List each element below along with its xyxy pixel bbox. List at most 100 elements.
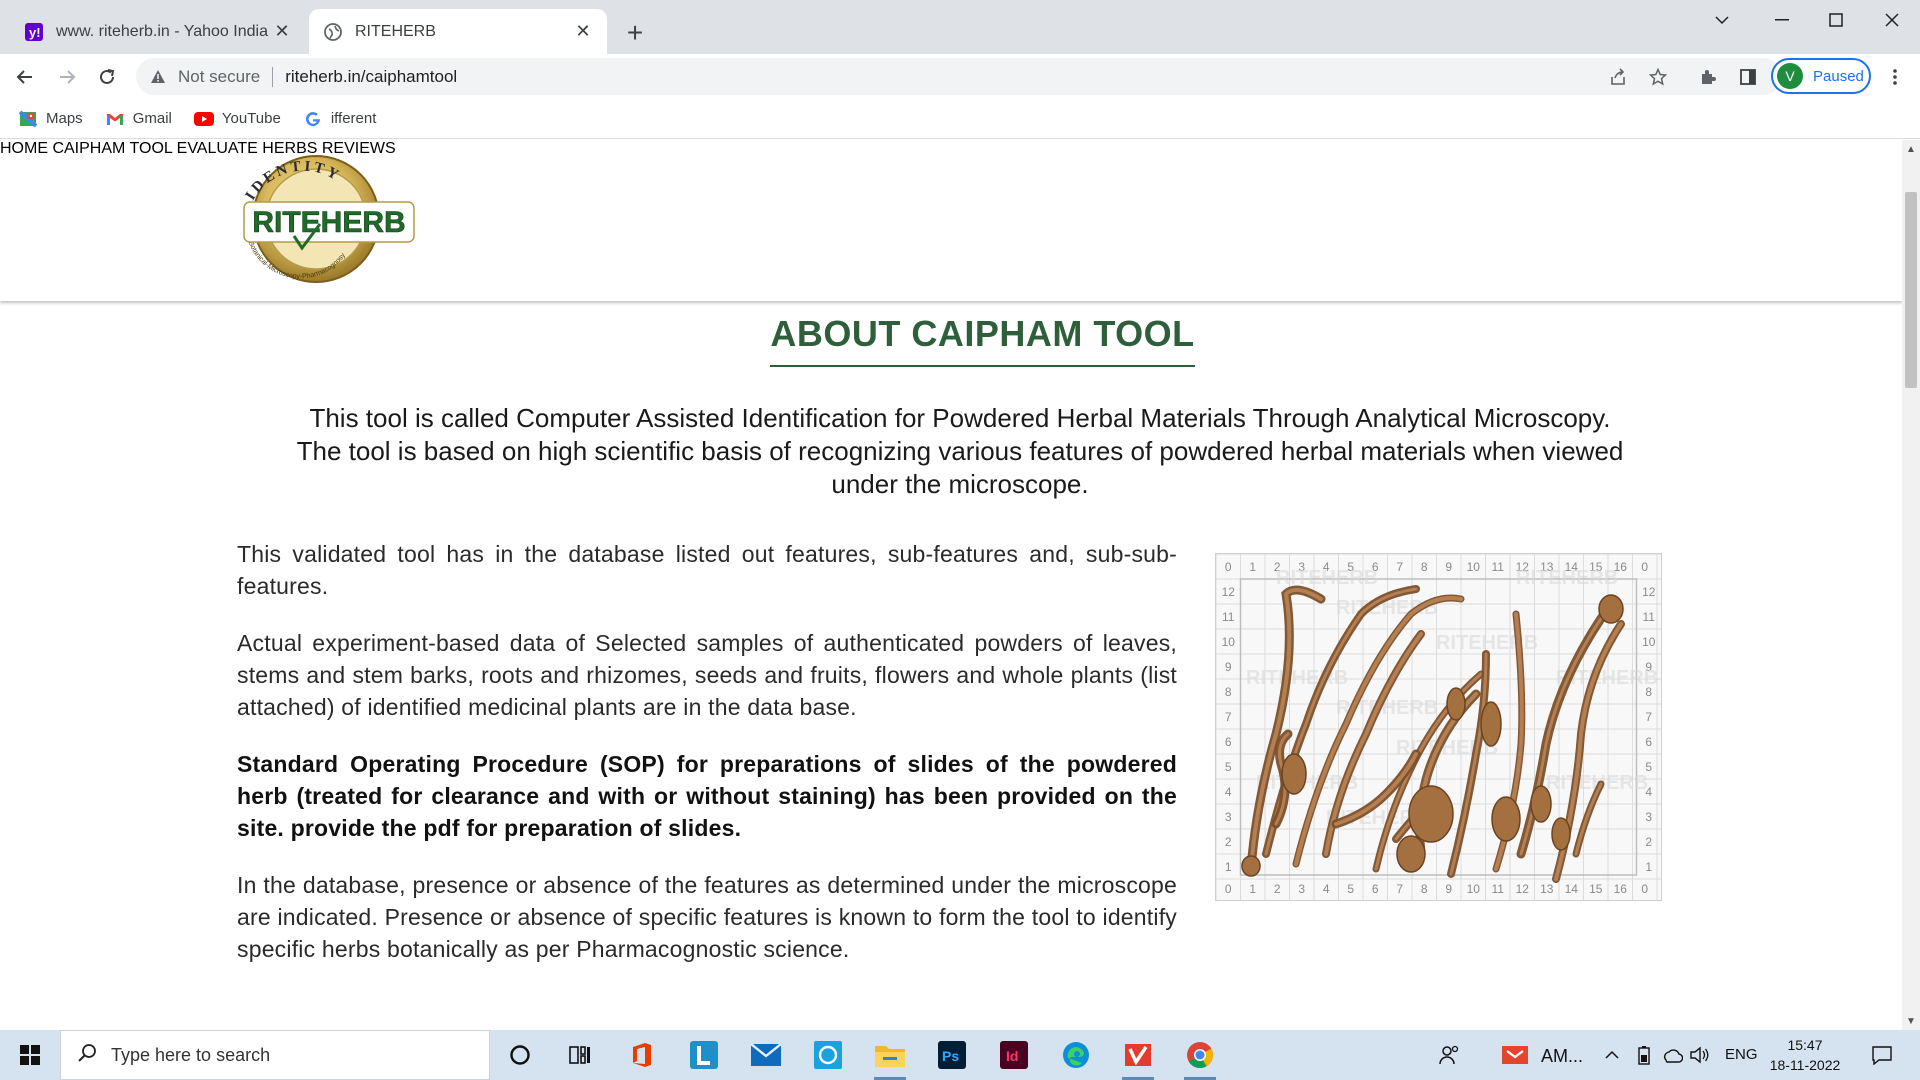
paragraph-database: In the database, presence or absence of … [237,872,1177,962]
svg-text:Id: Id [1006,1048,1018,1064]
photoshop-icon[interactable]: Ps [932,1035,972,1075]
grid-tick-label: 12 [1222,585,1236,599]
bookmark-ifferent[interactable]: ifferent [303,109,376,129]
close-icon[interactable]: ✕ [270,20,294,44]
close-icon[interactable]: ✕ [571,20,595,44]
address-bar[interactable]: Not secure riteherb.in/caiphamtool [136,58,1782,95]
office-icon[interactable] [622,1035,662,1075]
bookmark-label: Maps [46,110,83,127]
nav-home[interactable]: HOME [0,140,48,157]
minimize-icon[interactable] [1752,0,1812,40]
alexa-icon[interactable] [808,1035,848,1075]
tray-app-icon[interactable] [1495,1035,1535,1075]
new-tab-button[interactable]: + [620,17,650,48]
close-window-icon[interactable] [1862,0,1920,40]
url-text[interactable]: riteherb.in/caiphamtool [285,67,457,87]
grid-tick-label: 1 [1645,860,1652,874]
grid-tick-label: 1 [1249,882,1256,896]
bookmark-youtube[interactable]: YouTube [193,109,281,129]
description-column: This validated tool has in the database … [237,538,1177,990]
language-indicator[interactable]: ENG [1725,1046,1758,1063]
scroll-down-icon[interactable]: ▼ [1906,1016,1916,1027]
cortana-icon[interactable] [500,1035,540,1075]
youtube-icon [193,109,214,129]
grid-tick-label: 7 [1645,710,1652,724]
grid-tick-label: 6 [1225,735,1232,749]
taskbar-search[interactable]: Type here to search [60,1030,490,1080]
windows-taskbar: Type here to search Ps Id AM... ENG 15:4… [0,1030,1920,1080]
grid-tick-label: 10 [1467,882,1481,896]
volume-icon[interactable] [1680,1035,1720,1075]
grid-tick-label: 12 [1642,585,1656,599]
grid-tick-label: 6 [1372,882,1379,896]
paragraph-features: This validated tool has in the database … [237,541,1177,599]
warning-icon[interactable] [148,67,168,87]
page-scrollbar[interactable]: ▲ ▼ [1902,140,1920,1030]
search-placeholder: Type here to search [111,1044,271,1065]
l-app-icon[interactable] [684,1035,724,1075]
share-icon[interactable] [1603,62,1633,92]
edge-icon[interactable] [1056,1035,1096,1075]
forward-icon[interactable] [52,62,82,92]
extensions-icon[interactable] [1693,62,1723,92]
tab-yahoo[interactable]: y! www. riteherb.in - Yahoo India Se ✕ [10,9,306,54]
mail-icon[interactable] [746,1035,786,1075]
bookmark-maps[interactable]: Maps [18,109,83,129]
notifications-icon[interactable] [1862,1035,1902,1075]
grid-tick-label: 10 [1467,560,1481,574]
section-title: ABOUT CAIPHAM TOOL [770,313,1195,354]
watermark-text: RITEHERB [1516,567,1618,589]
side-panel-icon[interactable] [1733,62,1763,92]
tray-app-label[interactable]: AM... [1541,1046,1583,1067]
star-icon[interactable] [1643,62,1673,92]
indesign-icon[interactable]: Id [994,1035,1034,1075]
grid-tick-label: 9 [1225,660,1232,674]
tab-search-icon[interactable] [1692,0,1752,40]
riteherb-logo[interactable]: IDENTITY Botanical-Microscopy-Pharmacogn… [216,154,416,284]
paragraph-experiment-data: Actual experiment-based data of Selected… [237,630,1177,720]
grid-tick-label: 4 [1225,785,1232,799]
chrome-icon[interactable] [1180,1035,1220,1080]
grid-tick-label: 5 [1347,882,1354,896]
people-icon[interactable] [1430,1035,1470,1075]
tab-title: www. riteherb.in - Yahoo India Se [56,22,270,40]
security-label[interactable]: Not secure [178,67,260,87]
clock[interactable]: 15:47 18-11-2022 [1760,1035,1850,1075]
task-view-icon[interactable] [560,1035,600,1075]
profile-button[interactable]: V Paused [1771,58,1871,94]
grid-tick-label: 12 [1516,882,1530,896]
maps-icon [18,109,38,129]
grid-tick-label: 6 [1645,735,1652,749]
grid-tick-label: 1 [1225,860,1232,874]
back-icon[interactable] [10,62,40,92]
grid-tick-label: 8 [1421,560,1428,574]
grid-tick-label: 2 [1274,882,1281,896]
nav-caipham-tool[interactable]: CAIPHAM TOOL [52,140,172,157]
scrollbar-thumb[interactable] [1905,192,1917,388]
bookmark-gmail[interactable]: Gmail [105,109,172,129]
grid-tick-label: 8 [1421,882,1428,896]
grid-tick-label: 14 [1565,882,1579,896]
menu-icon[interactable] [1880,62,1910,92]
grid-tick-label: 0 [1641,882,1648,896]
vidmate-icon[interactable] [1118,1035,1158,1080]
grid-tick-label: 5 [1225,760,1232,774]
file-explorer-icon[interactable] [870,1035,910,1080]
grid-tick-label: 7 [1396,560,1403,574]
windows-start-icon[interactable] [0,1030,60,1080]
reload-icon[interactable] [92,62,122,92]
bookmarks-bar: Maps Gmail YouTube ifferent [0,99,1920,139]
tab-riteherb[interactable]: RITEHERB ✕ [309,9,607,54]
grid-tick-label: 1 [1249,560,1256,574]
gmail-icon [105,109,125,129]
maximize-icon[interactable] [1806,0,1866,40]
herb-roots-image: 0 0 1 1 2 2 3 3 4 4 5 5 6 6 7 7 8 8 9 9 10 10 11 11 12 12 13 13 14 14… [1215,553,1662,905]
title-underline [770,365,1195,367]
grid-tick-label: 4 [1323,882,1330,896]
scroll-up-icon[interactable]: ▲ [1906,144,1916,155]
page-viewport: IDENTITY Botanical-Microscopy-Pharmacogn… [0,140,1902,1030]
browser-toolbar: Not secure riteherb.in/caiphamtool [0,54,1920,99]
grid-tick-label: 0 [1641,560,1648,574]
divider [272,66,274,87]
grid-tick-label: 2 [1645,835,1652,849]
